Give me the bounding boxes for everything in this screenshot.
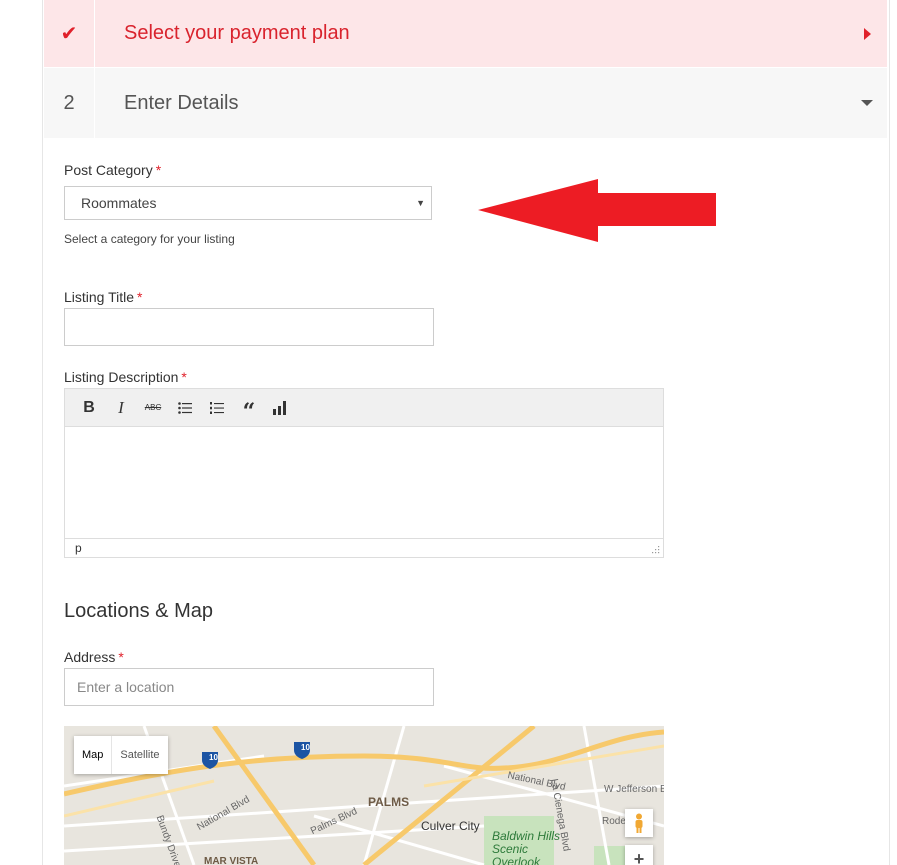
- post-category-hint: Select a category for your listing: [64, 232, 235, 246]
- listing-title-input[interactable]: [64, 308, 434, 346]
- blockquote-icon[interactable]: “: [233, 396, 265, 423]
- resize-grip-icon[interactable]: [652, 546, 660, 554]
- step-payment-plan[interactable]: ✔ Select your payment plan: [44, 0, 887, 67]
- street-label: Rode: [602, 816, 626, 827]
- step-title: Enter Details: [124, 91, 239, 114]
- editor-path: p: [75, 541, 82, 555]
- city-label: Culver City: [421, 819, 480, 833]
- post-category-select[interactable]: Roommates ▼: [64, 186, 432, 220]
- step-number: 2: [44, 68, 95, 138]
- bullet-list-icon[interactable]: [169, 396, 201, 420]
- street-label: W Jefferson B: [604, 784, 664, 795]
- highway-shield-label: 10: [301, 743, 310, 752]
- checkmark-icon: ✔: [44, 0, 95, 67]
- area-label: MAR VISTA: [204, 856, 259, 865]
- address-label: Address *: [64, 649, 124, 665]
- highway-shield-label: 10: [209, 753, 218, 762]
- required-mark: *: [155, 162, 162, 178]
- description-editor: B I ABC “ p: [64, 388, 664, 558]
- strikethrough-icon[interactable]: ABC: [137, 396, 169, 420]
- address-input[interactable]: [64, 668, 434, 706]
- required-mark: *: [181, 369, 187, 385]
- required-mark: *: [118, 649, 124, 665]
- area-label: PALMS: [368, 795, 410, 809]
- listing-description-label: Listing Description *: [64, 369, 187, 385]
- post-category-label: Post Category *: [64, 162, 162, 178]
- red-arrow-annotation: [478, 179, 716, 242]
- caret-right-icon: [847, 27, 887, 40]
- listing-title-label: Listing Title *: [64, 289, 143, 305]
- editor-statusbar: p: [65, 538, 663, 557]
- numbered-list-icon[interactable]: [201, 396, 233, 420]
- caret-down-icon: [847, 100, 887, 106]
- map-type-satellite-button[interactable]: Satellite: [111, 736, 167, 774]
- zoom-in-button[interactable]: +: [625, 845, 653, 865]
- bold-icon[interactable]: B: [73, 396, 105, 420]
- map-view[interactable]: 10 10 National Blvd National Blvd Palms …: [64, 726, 664, 865]
- editor-content-area[interactable]: [65, 427, 663, 539]
- map-type-map-button[interactable]: Map: [74, 736, 111, 774]
- step-title: Select your payment plan: [124, 22, 350, 44]
- required-mark: *: [137, 289, 143, 305]
- editor-toolbar: B I ABC “: [65, 389, 663, 427]
- section-heading: Locations & Map: [64, 600, 213, 622]
- pegman-icon[interactable]: [625, 809, 653, 837]
- chart-icon[interactable]: [265, 396, 297, 420]
- dropdown-arrow-icon: ▼: [416, 198, 425, 208]
- map-type-control: Map Satellite: [74, 736, 168, 774]
- step-enter-details[interactable]: 2 Enter Details: [44, 68, 887, 138]
- selected-value: Roommates: [81, 195, 157, 211]
- italic-icon[interactable]: I: [105, 396, 137, 420]
